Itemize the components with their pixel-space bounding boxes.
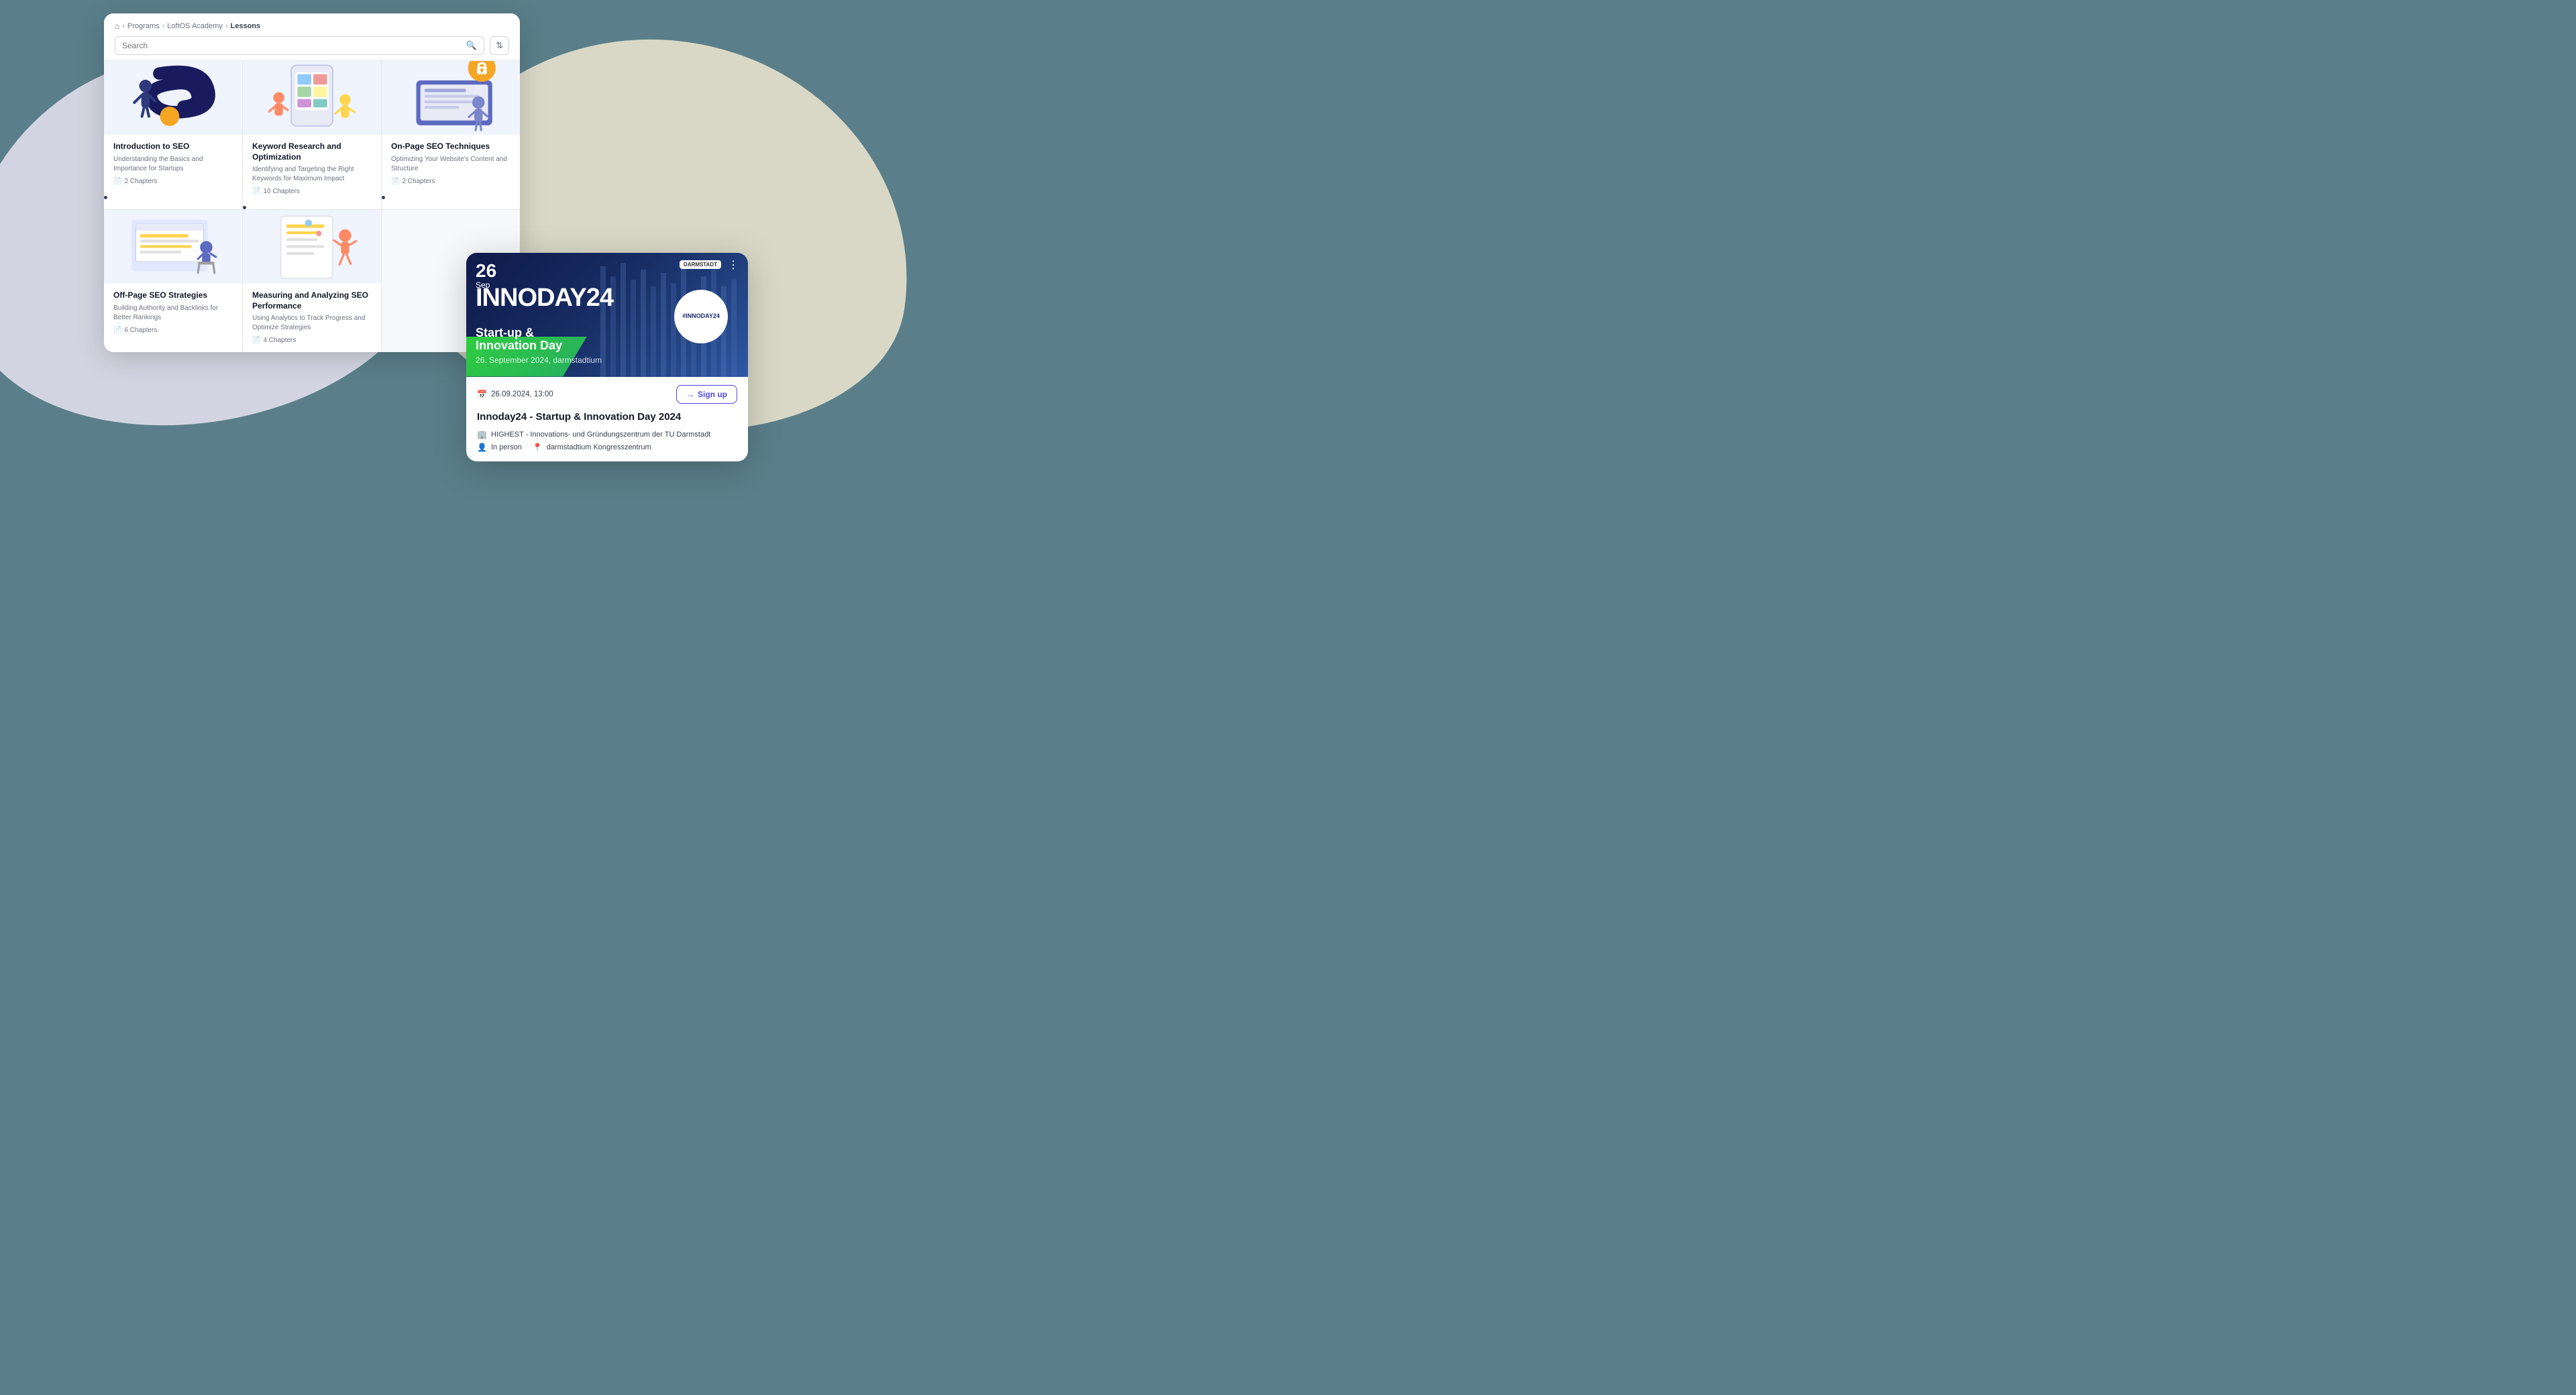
lesson-title-1: Introduction to SEO <box>113 142 233 152</box>
chapters-icon-3: 📄 <box>391 178 399 185</box>
event-main-title-area: INNODAY24 <box>476 285 613 311</box>
event-body: 📅 26.09.2024, 13:00 → Sign up Innoday24 … <box>466 377 748 462</box>
breadcrumb-current: Lessons <box>231 22 261 30</box>
home-icon[interactable]: ⌂ <box>115 21 119 31</box>
lesson-meta-4: 📄 6 Chapters <box>113 327 233 334</box>
event-venue: HIGHEST - Innovations- und Gründungszent… <box>491 431 710 439</box>
search-input[interactable] <box>122 41 466 50</box>
lesson-desc-1: Understanding the Basics and Importance … <box>113 155 233 174</box>
lesson-illustration-1 <box>104 61 242 135</box>
lesson-title-4: Off-Page SEO Strategies <box>113 290 233 301</box>
lesson-thumb-3 <box>382 61 520 135</box>
event-datetime-text: 26.09.2024, 13:00 <box>491 390 553 398</box>
signup-label: Sign up <box>698 390 727 399</box>
lesson-desc-5: Using Analytics to Track Progress and Op… <box>252 314 372 333</box>
lesson-card-3[interactable]: On-Page SEO Techniques Optimizing Your W… <box>382 61 520 209</box>
event-banner: 26 Sep DARMSTADT ⋮ INNODAY24 Start-up & … <box>466 253 748 377</box>
lesson-title-2: Keyword Research and Optimization <box>252 142 372 162</box>
event-org-logo: DARMSTADT <box>680 260 721 269</box>
chapters-count-5: 4 Chapters <box>263 337 296 344</box>
search-wrap: 🔍 <box>115 36 484 55</box>
event-format-row: 👤 In person 📍 darmstadtium Kongresszentr… <box>477 443 737 452</box>
chapters-count-3: 2 Chapters <box>402 178 435 185</box>
lesson-card-1[interactable]: Introduction to SEO Understanding the Ba… <box>104 61 242 209</box>
lesson-dot-2 <box>243 206 246 209</box>
event-format: 👤 In person <box>477 443 522 452</box>
venue-icon: 🏢 <box>477 430 487 439</box>
lesson-info-4: Off-Page SEO Strategies Building Authori… <box>104 284 242 342</box>
lesson-illustration-3 <box>382 61 520 135</box>
chapters-icon-5: 📄 <box>252 337 260 344</box>
lesson-title-5: Measuring and Analyzing SEO Performance <box>252 290 372 311</box>
lesson-info-3: On-Page SEO Techniques Optimizing Your W… <box>382 135 520 193</box>
chapters-icon-4: 📄 <box>113 327 121 334</box>
event-more-button[interactable]: ⋮ <box>725 258 741 272</box>
lesson-illustration-5 <box>243 210 381 284</box>
breadcrumb-sep-2: › <box>162 22 165 30</box>
filter-button[interactable]: ⇅ <box>490 36 509 55</box>
lesson-thumb-2 <box>243 61 381 135</box>
event-card: 26 Sep DARMSTADT ⋮ INNODAY24 Start-up & … <box>466 253 748 462</box>
location-icon: 📍 <box>533 443 543 452</box>
lessons-grid: Introduction to SEO Understanding the Ba… <box>104 61 520 352</box>
lesson-meta-3: 📄 2 Chapters <box>391 178 511 185</box>
breadcrumb-sep-1: › <box>122 22 125 30</box>
event-circle-logo: #INNODAY24 <box>674 290 728 343</box>
search-row: 🔍 ⇅ <box>115 36 509 55</box>
calendar-icon: 📅 <box>477 390 487 399</box>
signup-button[interactable]: → Sign up <box>676 385 737 404</box>
event-details: 🏢 HIGHEST - Innovations- und Gründungsze… <box>477 430 737 452</box>
event-location-text: darmstadtium Kongresszentrum <box>547 443 651 451</box>
lesson-dot-1 <box>104 196 107 199</box>
lesson-desc-4: Building Authority and Backlinks for Bet… <box>113 304 233 323</box>
event-venue-row: 🏢 HIGHEST - Innovations- und Gründungsze… <box>477 430 737 439</box>
lesson-title-3: On-Page SEO Techniques <box>391 142 511 152</box>
event-day: 26 <box>476 261 496 282</box>
lesson-thumb-4 <box>104 210 242 284</box>
chapters-icon-2: 📄 <box>252 188 260 195</box>
lesson-meta-1: 📄 2 Chapters <box>113 178 233 185</box>
search-icon: 🔍 <box>466 40 477 51</box>
lesson-meta-2: 📄 10 Chapters <box>252 188 372 195</box>
event-title: Innoday24 - Startup & Innovation Day 202… <box>477 410 737 424</box>
lesson-card-5[interactable]: Measuring and Analyzing SEO Performance … <box>243 210 381 352</box>
lesson-info-1: Introduction to SEO Understanding the Ba… <box>104 135 242 193</box>
lesson-card-4[interactable]: Off-Page SEO Strategies Building Authori… <box>104 210 242 352</box>
event-tagline-line1: Start-up & Innovation Day <box>476 327 602 353</box>
breadcrumb: ⌂ › Programs › LoftOS Academy › Lessons <box>115 21 509 31</box>
lesson-meta-5: 📄 4 Chapters <box>252 337 372 344</box>
event-tagline-location: 26. September 2024, darmstadtium <box>476 355 602 365</box>
chapters-count-2: 10 Chapters <box>263 188 299 195</box>
person-icon: 👤 <box>477 443 487 452</box>
lesson-illustration-2 <box>243 61 381 135</box>
lesson-info-5: Measuring and Analyzing SEO Performance … <box>243 284 381 352</box>
event-location: 📍 darmstadtium Kongresszentrum <box>533 443 651 452</box>
chapters-count-1: 2 Chapters <box>124 178 157 185</box>
lesson-desc-3: Optimizing Your Website's Content and St… <box>391 155 511 174</box>
breadcrumb-programs[interactable]: Programs <box>127 22 160 30</box>
chapters-count-4: 6 Chapters <box>124 327 157 334</box>
lesson-thumb-5 <box>243 210 381 284</box>
breadcrumb-sep-3: › <box>225 22 228 30</box>
lesson-thumb-1 <box>104 61 242 135</box>
event-datetime-row: 📅 26.09.2024, 13:00 → Sign up <box>477 385 737 404</box>
lesson-info-2: Keyword Research and Optimization Identi… <box>243 135 381 203</box>
breadcrumb-academy[interactable]: LoftOS Academy <box>167 22 223 30</box>
signup-arrow-icon: → <box>686 390 694 399</box>
lesson-card-2[interactable]: Keyword Research and Optimization Identi… <box>243 61 381 209</box>
event-banner-title: INNODAY24 <box>476 285 613 311</box>
event-tagline: Start-up & Innovation Day 26. September … <box>476 327 602 366</box>
chapters-icon-1: 📄 <box>113 178 121 185</box>
lms-panel: ⌂ › Programs › LoftOS Academy › Lessons … <box>104 13 520 352</box>
lms-header: ⌂ › Programs › LoftOS Academy › Lessons … <box>104 13 520 61</box>
lesson-illustration-4 <box>104 210 242 284</box>
search-bar: 🔍 <box>115 36 484 55</box>
event-format-text: In person <box>491 443 522 451</box>
lesson-dot-3 <box>382 196 385 199</box>
lesson-desc-2: Identifying and Targeting the Right Keyw… <box>252 165 372 184</box>
event-datetime: 📅 26.09.2024, 13:00 <box>477 390 553 399</box>
event-logo-area: DARMSTADT ⋮ <box>680 258 741 272</box>
